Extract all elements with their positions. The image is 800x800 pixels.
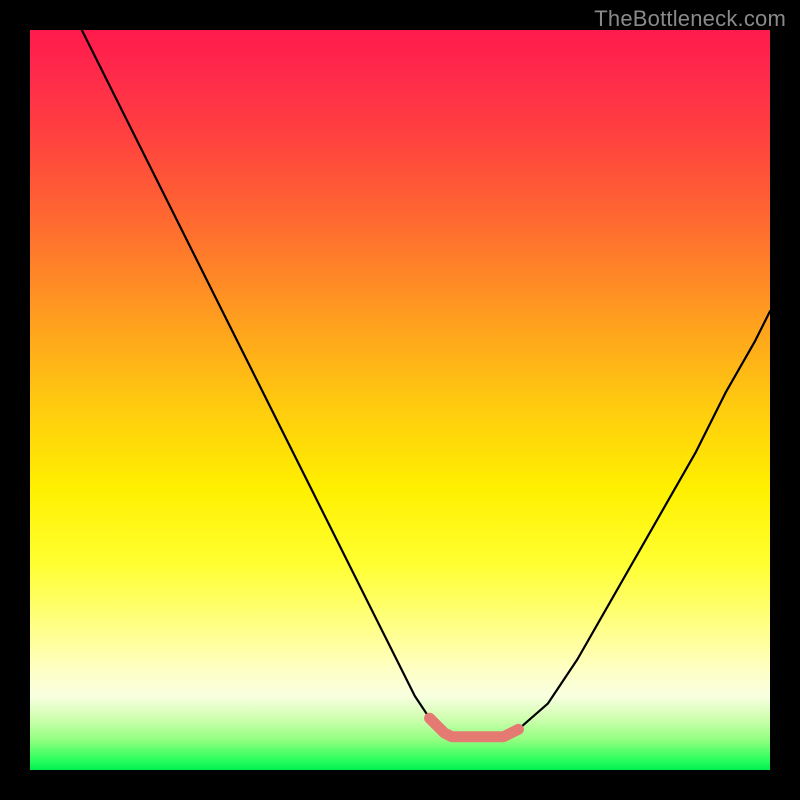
red-highlight-segment [430, 718, 519, 737]
bottleneck-curve [82, 30, 770, 737]
plot-area [30, 30, 770, 770]
watermark-text: TheBottleneck.com [594, 6, 786, 32]
curve-layer [30, 30, 770, 770]
chart-frame: TheBottleneck.com [0, 0, 800, 800]
